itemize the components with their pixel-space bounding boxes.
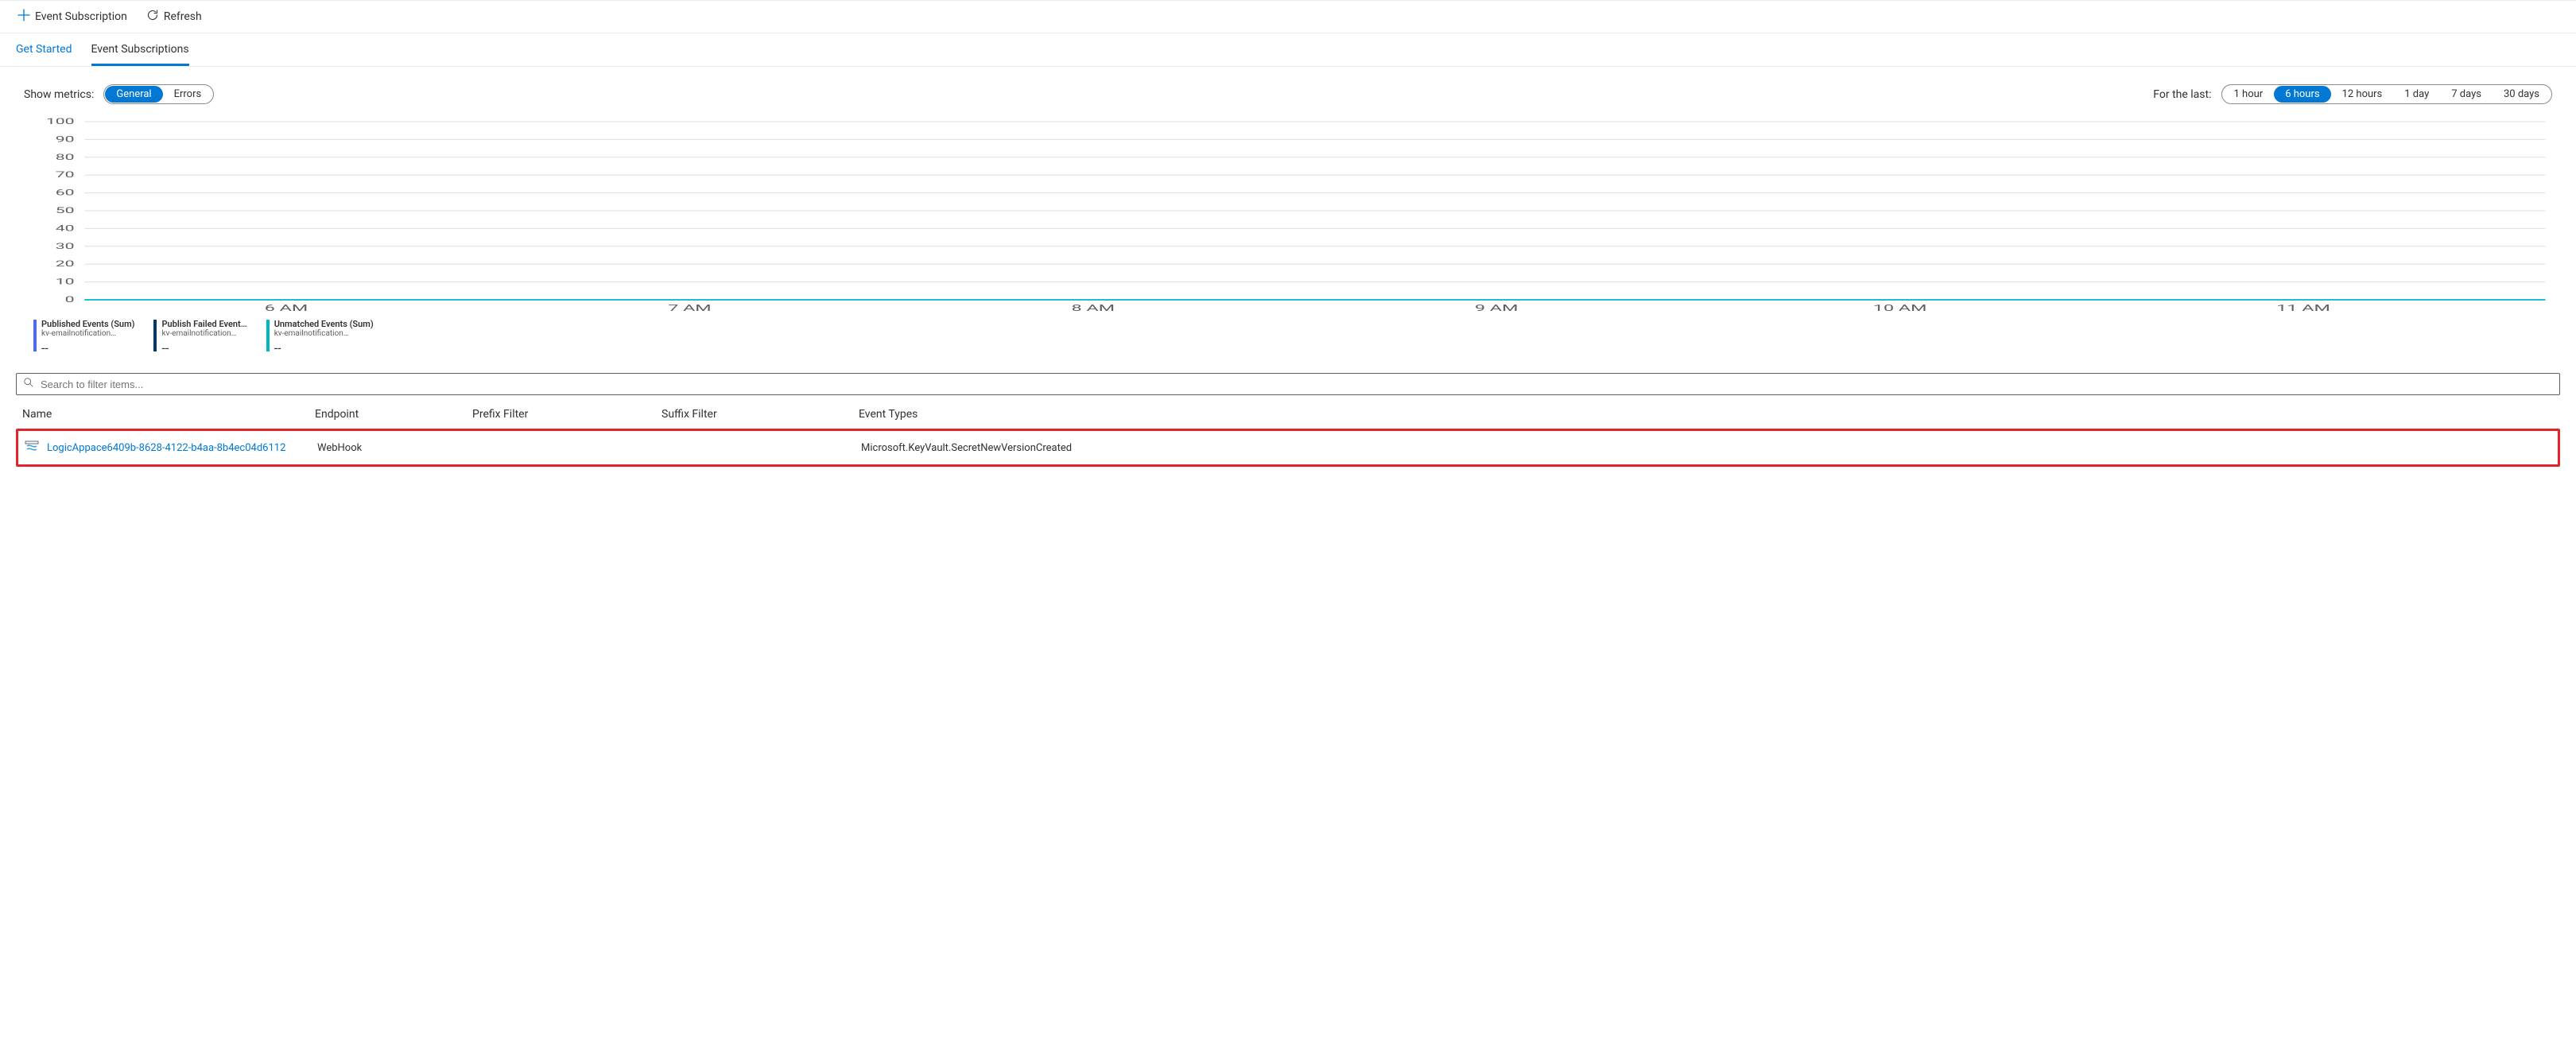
- tab-event-subscriptions[interactable]: Event Subscriptions: [91, 33, 189, 66]
- svg-text:30: 30: [56, 242, 75, 250]
- svg-text:40: 40: [56, 224, 75, 233]
- timerange-label: For the last:: [2153, 88, 2211, 101]
- add-event-subscription-button[interactable]: Event Subscription: [16, 6, 129, 28]
- col-endpoint: Endpoint: [315, 408, 466, 421]
- svg-text:11 AM: 11 AM: [2276, 303, 2330, 312]
- timerange-toggle: 1 hour 6 hours 12 hours 1 day 7 days 30 …: [2221, 84, 2553, 104]
- col-name: Name: [22, 408, 308, 421]
- legend-swatch: [266, 320, 270, 351]
- refresh-icon: [146, 9, 159, 25]
- svg-text:70: 70: [56, 171, 75, 180]
- legend-series-source: kv-emailnotification…: [161, 329, 246, 339]
- metrics-chart: 0 10 20 30 40 50 60 70 80 90 100 6 AM 7 AM 8 AM 9 AM 1…: [0, 112, 2576, 312]
- svg-text:90: 90: [56, 135, 75, 144]
- svg-text:6 AM: 6 AM: [265, 303, 308, 312]
- row-eventtypes: Microsoft.KeyVault.SecretNewVersionCreat…: [861, 442, 2551, 454]
- legend-series-name: Published Events (Sum): [41, 319, 134, 329]
- metrics-toggle: General Errors: [103, 84, 214, 104]
- timerange-option-30days[interactable]: 30 days: [2493, 86, 2551, 103]
- legend-item[interactable]: Publish Failed Event…kv-emailnotificatio…: [153, 319, 246, 355]
- legend-series-value: --: [41, 340, 134, 355]
- svg-text:100: 100: [46, 118, 75, 126]
- svg-text:0: 0: [65, 296, 75, 305]
- event-subscription-icon: [25, 439, 39, 456]
- legend-series-name: Unmatched Events (Sum): [274, 319, 374, 329]
- legend-series-value: --: [274, 340, 374, 355]
- col-eventtypes: Event Types: [859, 408, 2554, 421]
- toolbar: Event Subscription Refresh: [0, 0, 2576, 33]
- svg-text:10 AM: 10 AM: [1873, 303, 1927, 312]
- plus-icon: [17, 9, 30, 25]
- search-input[interactable]: [39, 378, 2553, 391]
- svg-text:50: 50: [56, 207, 75, 215]
- metrics-option-errors[interactable]: Errors: [163, 86, 213, 103]
- table-row[interactable]: LogicAppace6409b-8628-4122-b4aa-8b4ec04d…: [16, 429, 2560, 467]
- legend-series-source: kv-emailnotification…: [274, 329, 374, 339]
- legend-series-source: kv-emailnotification…: [41, 329, 134, 339]
- legend-series-name: Publish Failed Event…: [161, 319, 246, 329]
- metrics-option-general[interactable]: General: [105, 86, 162, 103]
- chart-legend: Published Events (Sum)kv-emailnotificati…: [0, 312, 2576, 363]
- svg-text:9 AM: 9 AM: [1475, 303, 1518, 312]
- col-prefix: Prefix Filter: [472, 408, 655, 421]
- controls-row: Show metrics: General Errors For the las…: [0, 67, 2576, 112]
- legend-item[interactable]: Unmatched Events (Sum)kv-emailnotificati…: [266, 319, 374, 355]
- timerange-option-6hours[interactable]: 6 hours: [2274, 86, 2330, 103]
- table-header-row: Name Endpoint Prefix Filter Suffix Filte…: [16, 400, 2560, 429]
- tab-get-started[interactable]: Get Started: [16, 33, 72, 66]
- timerange-option-1hour[interactable]: 1 hour: [2223, 86, 2275, 103]
- timerange-option-1day[interactable]: 1 day: [2393, 86, 2440, 103]
- tabs: Get Started Event Subscriptions: [0, 33, 2576, 67]
- legend-item[interactable]: Published Events (Sum)kv-emailnotificati…: [33, 319, 134, 355]
- svg-text:10: 10: [56, 278, 75, 286]
- search-box[interactable]: [16, 373, 2560, 395]
- svg-text:8 AM: 8 AM: [1072, 303, 1115, 312]
- add-event-subscription-label: Event Subscription: [35, 10, 127, 23]
- svg-text:7 AM: 7 AM: [668, 303, 711, 312]
- svg-text:60: 60: [56, 188, 75, 197]
- refresh-button[interactable]: Refresh: [145, 6, 204, 28]
- search-icon: [23, 377, 34, 391]
- legend-swatch: [153, 320, 157, 351]
- legend-series-value: --: [161, 340, 246, 355]
- timerange-option-7days[interactable]: 7 days: [2440, 86, 2493, 103]
- show-metrics-label: Show metrics:: [24, 88, 94, 101]
- subscriptions-table: Name Endpoint Prefix Filter Suffix Filte…: [0, 398, 2576, 483]
- refresh-label: Refresh: [164, 10, 202, 23]
- row-name-link[interactable]: LogicAppace6409b-8628-4122-b4aa-8b4ec04d…: [47, 442, 285, 454]
- legend-swatch: [33, 320, 37, 351]
- svg-text:20: 20: [56, 260, 75, 269]
- row-endpoint: WebHook: [317, 442, 468, 454]
- timerange-option-12hours[interactable]: 12 hours: [2331, 86, 2394, 103]
- col-suffix: Suffix Filter: [661, 408, 852, 421]
- svg-text:80: 80: [56, 153, 75, 161]
